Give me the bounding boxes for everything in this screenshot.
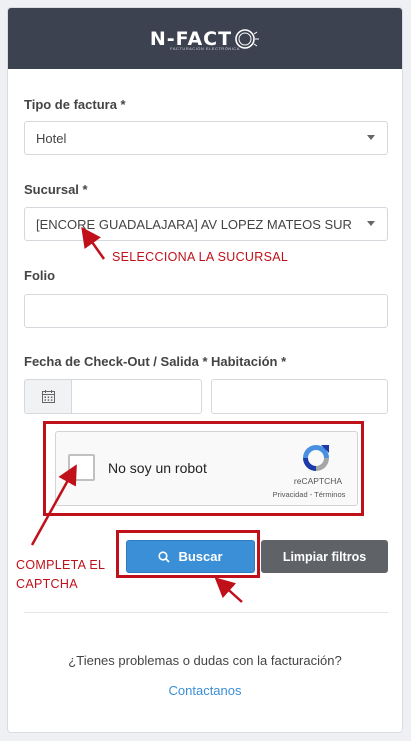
logo-subtext: FACTURACIÓN ELECTRÓNICA [170, 46, 240, 51]
room-input[interactable] [211, 379, 388, 414]
captcha-highlight-box [43, 421, 364, 516]
invoice-type-select[interactable]: Hotel [24, 121, 388, 155]
captcha-hint-line1: COMPLETA EL [16, 558, 106, 572]
invoice-form-card: N-FACT FACTURACIÓN ELECTRÓNICA Tipo de f… [7, 7, 403, 733]
branch-value: [ENCORE GUADALAJARA] AV LOPEZ MATEOS SUR… [36, 216, 356, 232]
checkout-label: Fecha de Check-Out / Salida * [24, 354, 208, 369]
calendar-button[interactable] [24, 379, 71, 414]
checkout-date-input[interactable] [71, 379, 202, 414]
invoice-type-value: Hotel [36, 130, 67, 146]
clear-filters-button[interactable]: Limpiar filtros [261, 540, 388, 573]
branch-select[interactable]: [ENCORE GUADALAJARA] AV LOPEZ MATEOS SUR… [24, 207, 388, 241]
branch-hint-annotation: SELECCIONA LA SUCURSAL [112, 250, 289, 264]
header-bar: N-FACT FACTURACIÓN ELECTRÓNICA [8, 8, 402, 69]
folio-input[interactable] [24, 294, 388, 328]
caret-down-icon [367, 221, 375, 226]
search-highlight-box [116, 530, 260, 578]
room-label: Habitación * [211, 354, 287, 369]
folio-label: Folio [24, 268, 56, 283]
contact-link[interactable]: Contactanos [8, 683, 402, 698]
invoice-type-label: Tipo de factura * [24, 97, 126, 112]
branch-label: Sucursal * [24, 182, 88, 197]
checkout-date-field [24, 379, 202, 414]
help-text: ¿Tienes problemas o dudas con la factura… [68, 653, 342, 668]
caret-down-icon [367, 135, 375, 140]
clear-filters-label: Limpiar filtros [282, 549, 367, 564]
divider [24, 612, 388, 613]
captcha-hint-line2: CAPTCHA [16, 577, 78, 591]
calendar-icon [41, 390, 55, 403]
